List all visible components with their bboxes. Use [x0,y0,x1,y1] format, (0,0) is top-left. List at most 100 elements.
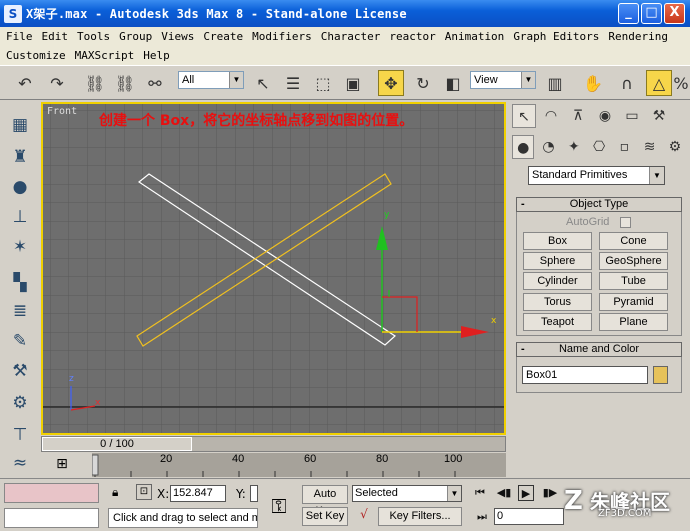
rectangular-selection-icon[interactable]: ⬚ [310,70,336,96]
primitive-category-dropdown[interactable]: Standard Primitives ▼ [528,166,665,185]
x-coord-field[interactable]: 152.847 [170,485,226,502]
absolute-mode-icon[interactable]: ⊡ [136,484,152,500]
helpers-icon[interactable]: ▫ [613,135,635,159]
modify-tab-icon[interactable]: ◠ [539,104,563,128]
snap-toggle-icon[interactable]: ∩ [614,70,640,96]
menu-edit[interactable]: Edit [42,30,69,43]
select-and-scale-icon[interactable]: ◧ [440,70,466,96]
pivot-center-icon[interactable]: ▥ [542,70,568,96]
set-key-button[interactable]: Set Key [302,507,348,526]
star-icon[interactable]: ✶ [8,235,32,259]
previous-frame-icon[interactable]: ◀▮ [496,485,512,501]
systems-icon[interactable]: ⚙ [664,135,686,159]
redo-icon[interactable]: ↷ [44,70,70,96]
gear-icon[interactable]: ⚙ [8,391,32,415]
select-by-name-icon[interactable]: ☰ [280,70,306,96]
key-mode-toggle-icon[interactable]: ⏭ [474,509,490,525]
front-viewport[interactable]: Front 创建一个 Box，将它的坐标轴点移到如图的位置。 y x z x [41,102,506,435]
time-slider[interactable]: 0 / 100 [41,436,506,452]
tube-button[interactable]: Tube [599,272,668,290]
pin-icon[interactable]: ⊤ [8,423,32,447]
play-icon[interactable]: ▶ [518,485,534,501]
maximize-button[interactable]: □ [641,3,662,24]
lock-icon[interactable]: 🔒︎ [112,485,118,500]
sphere-icon[interactable]: ● [8,175,32,199]
teapot-button[interactable]: Teapot [523,313,592,331]
checker-icon[interactable]: ▚ [8,271,32,295]
create-tab-icon[interactable]: ↖ [512,104,536,128]
geosphere-button[interactable]: GeoSphere [599,252,668,270]
window-crossing-icon[interactable]: ▣ [340,70,366,96]
current-frame-field[interactable]: 0 [494,508,564,525]
lights-icon[interactable]: ✦ [563,135,585,159]
select-object-icon[interactable]: ↖ [250,70,276,96]
undo-icon[interactable]: ↶ [12,70,38,96]
sphere-button[interactable]: Sphere [523,252,592,270]
shirt-icon[interactable]: ♜ [8,145,32,169]
box-button[interactable]: Box [523,232,592,250]
geometry-icon[interactable]: ● [512,135,535,159]
motion-tab-icon[interactable]: ◉ [593,104,617,128]
menu-graph-editors[interactable]: Graph Editors [513,30,599,43]
reference-coord-dropdown[interactable]: View ▼ [470,71,536,89]
menu-customize[interactable]: Customize [6,49,66,62]
object-type-rollout-header[interactable]: - Object Type [516,197,682,212]
key-mode-dropdown[interactable]: Selected ▼ [352,485,462,502]
menu-create[interactable]: Create [203,30,243,43]
pyramid-button[interactable]: Pyramid [599,293,668,311]
space-warps-icon[interactable]: ≋ [638,135,660,159]
close-button[interactable]: X [664,3,685,24]
next-frame-icon[interactable]: ▮▶ [542,485,558,501]
menu-views[interactable]: Views [161,30,194,43]
menu-help[interactable]: Help [143,49,170,62]
select-and-move-icon[interactable]: ✥ [378,70,404,96]
track-bar[interactable]: 20 40 60 80 100 [92,453,506,477]
unlink-icon[interactable]: ⛓ [112,70,138,96]
wave-icon[interactable]: ≈ [8,451,32,475]
boxes-icon[interactable]: ▦ [8,113,32,137]
key-filters-button[interactable]: Key Filters... [378,507,462,526]
bind-space-warp-icon[interactable]: ⚯ [142,70,168,96]
display-tab-icon[interactable]: ▭ [620,104,644,128]
utilities-tab-icon[interactable]: ⚒ [647,104,671,128]
mini-curve-icon[interactable]: ⊞ [50,456,74,474]
plane-button[interactable]: Plane [599,313,668,331]
menu-character[interactable]: Character [321,30,381,43]
object-name-field[interactable]: Box01 [522,366,648,384]
key-icon[interactable]: ⚿ [260,485,298,527]
menu-modifiers[interactable]: Modifiers [252,30,312,43]
menu-animation[interactable]: Animation [445,30,505,43]
hammer-icon[interactable]: ⚒ [8,359,32,383]
menu-file[interactable]: File [6,30,33,43]
time-slider-thumb[interactable]: 0 / 100 [42,437,192,451]
shapes-icon[interactable]: ◔ [537,135,559,159]
viewport-label[interactable]: Front [47,106,77,117]
object-color-swatch[interactable] [653,366,668,384]
go-to-start-icon[interactable]: ⏮ [472,485,488,501]
autogrid-checkbox[interactable]: AutoGrid [566,216,631,228]
cylinder-button[interactable]: Cylinder [523,272,592,290]
stack-icon[interactable]: ≣ [8,299,32,323]
y-coord-field[interactable] [250,485,258,502]
select-and-link-icon[interactable]: ⛓ [82,70,108,96]
torus-button[interactable]: Torus [523,293,592,311]
select-manipulate-icon[interactable]: ✋ [580,70,606,96]
name-color-rollout-header[interactable]: - Name and Color [516,342,682,357]
menu-rendering[interactable]: Rendering [608,30,668,43]
disc-icon[interactable]: ⊥ [8,205,32,229]
minimize-button[interactable]: _ [618,3,639,24]
selection-filter-dropdown[interactable]: All ▼ [178,71,244,89]
maxscript-listener-mini[interactable] [4,483,99,503]
percent-snap-icon[interactable]: % [672,70,690,96]
hierarchy-tab-icon[interactable]: ⊼ [566,104,590,128]
menu-tools[interactable]: Tools [77,30,110,43]
menu-group[interactable]: Group [119,30,152,43]
auto-key-button[interactable]: Auto Key [302,485,348,517]
pencil-icon[interactable]: ✎ [8,329,32,353]
menu-maxscript[interactable]: MAXScript [75,49,135,62]
select-and-rotate-icon[interactable]: ↻ [410,70,436,96]
menu-reactor[interactable]: reactor [389,30,435,43]
angle-snap-icon[interactable]: △ [646,70,672,96]
cameras-icon[interactable]: ⎔ [588,135,610,159]
cone-button[interactable]: Cone [599,232,668,250]
